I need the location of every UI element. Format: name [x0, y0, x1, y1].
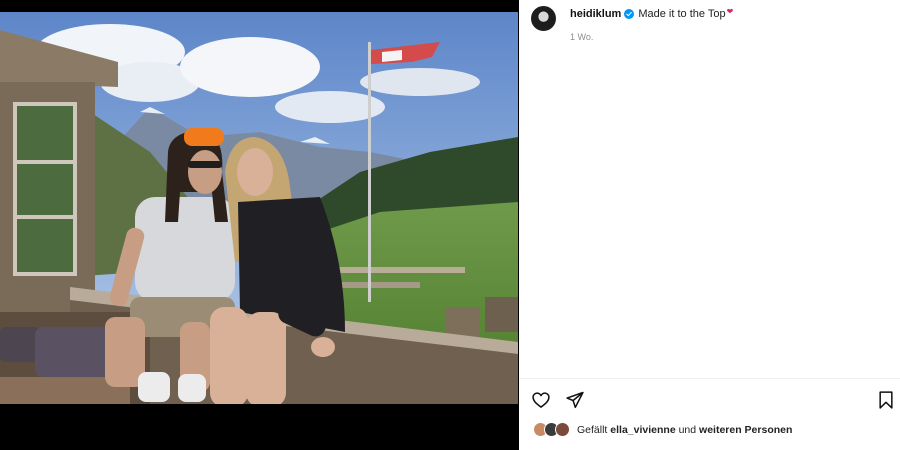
caption-text: heidiklum Made it to the Top ❤ — [570, 6, 734, 21]
post-media-panel — [0, 0, 518, 450]
likes-connector: und — [678, 424, 697, 436]
caption-row: heidiklum Made it to the Top ❤ — [531, 6, 733, 31]
post-timestamp[interactable]: 1 Wo. — [570, 32, 593, 42]
heart-icon[interactable] — [531, 390, 551, 410]
liker-avatars[interactable] — [533, 422, 573, 438]
verified-badge-icon — [624, 9, 635, 19]
section-divider — [519, 378, 900, 379]
action-bar — [531, 390, 585, 410]
post-sidebar: heidiklum Made it to the Top ❤ 1 Wo. Gefä… — [519, 0, 900, 450]
post-photo[interactable] — [0, 12, 518, 404]
other-likers-link[interactable]: weiteren Personen — [699, 424, 792, 436]
first-liker-username[interactable]: ella_vivienne — [610, 424, 675, 436]
paper-plane-icon[interactable] — [565, 390, 585, 410]
heart-emoji: ❤ — [726, 6, 734, 16]
likes-prefix: Gefällt — [577, 424, 608, 436]
bookmark-icon[interactable] — [876, 390, 896, 410]
likes-summary: Gefällt ella_vivienne und weiteren Perso… — [533, 422, 792, 438]
liker-avatar — [555, 422, 570, 437]
caption-body: Made it to the Top — [638, 8, 726, 20]
author-avatar[interactable] — [531, 6, 556, 31]
author-username[interactable]: heidiklum — [570, 8, 621, 20]
